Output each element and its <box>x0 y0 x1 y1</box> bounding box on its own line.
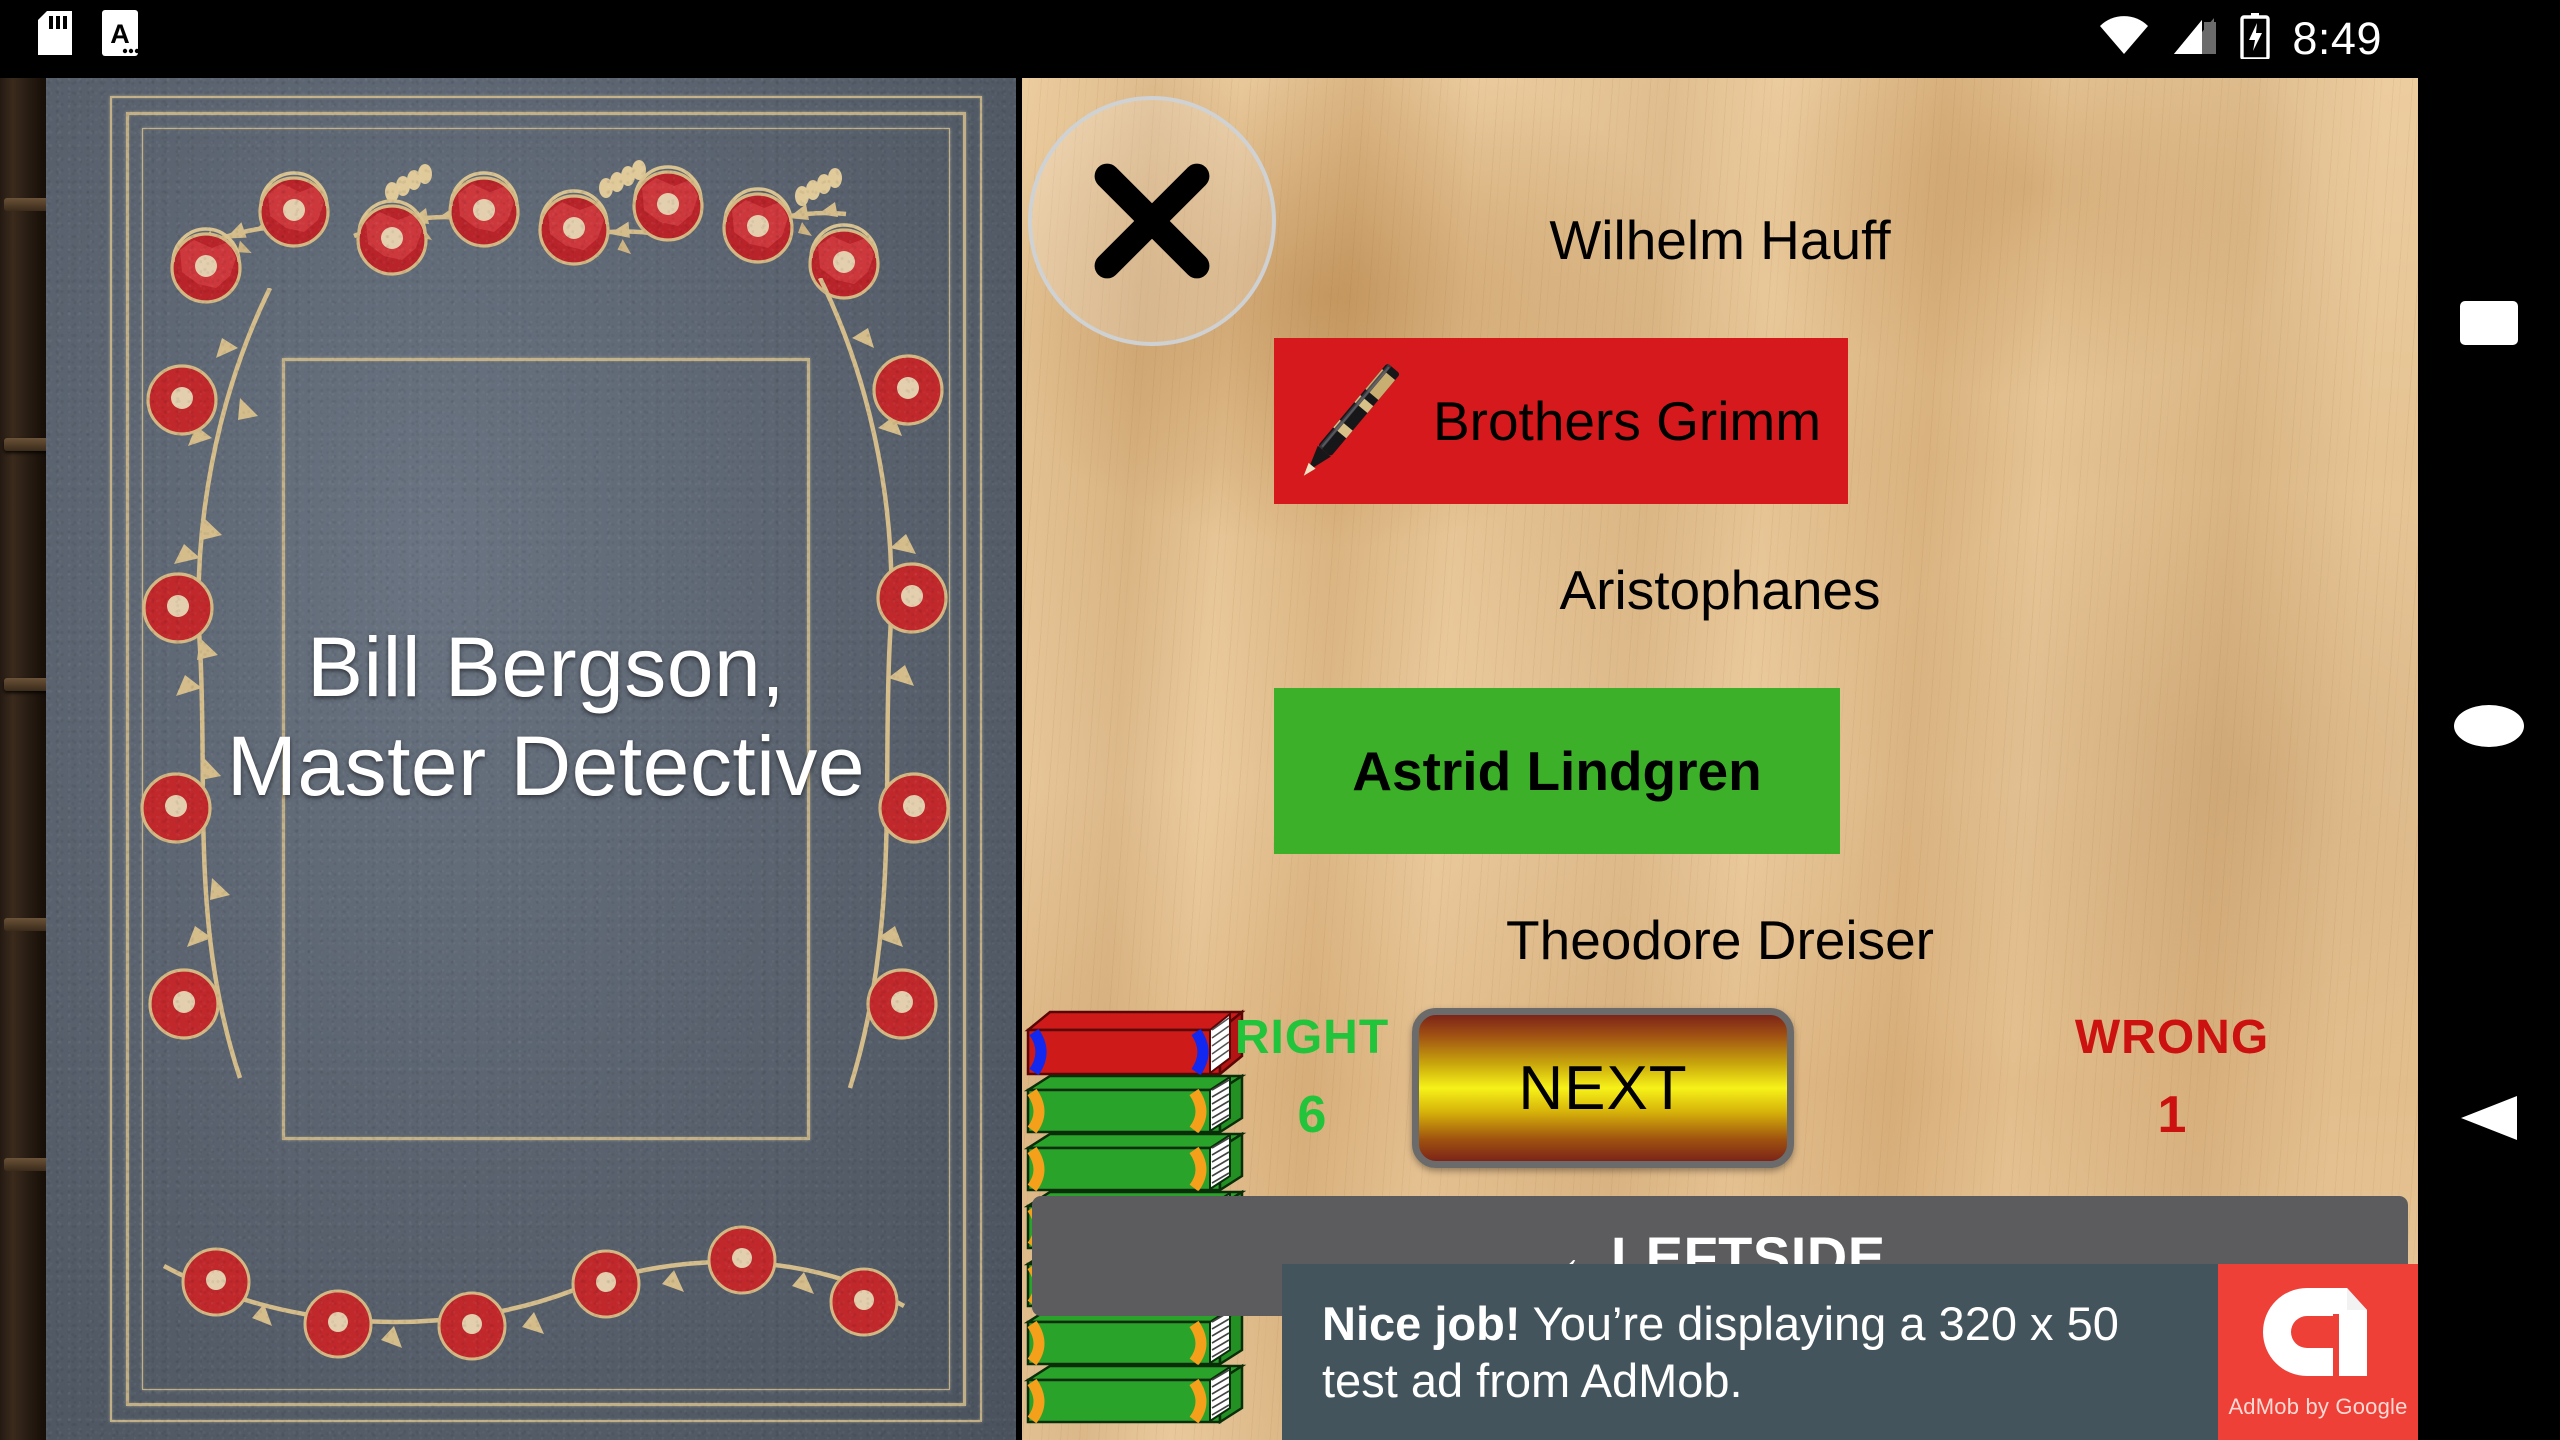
quiz-panel: Wilhelm Hauff Brothers Grimm Aristophane… <box>1022 78 2418 1440</box>
next-button[interactable]: NEXT <box>1412 1008 1794 1168</box>
admob-logo-panel: AdMob by Google <box>2218 1264 2418 1440</box>
answer-option-aristophanes[interactable]: Aristophanes <box>1022 558 2418 622</box>
back-button[interactable] <box>2457 1090 2521 1146</box>
home-button[interactable] <box>2453 700 2525 752</box>
answer-option-theodore-dreiser[interactable]: Theodore Dreiser <box>1022 908 2418 972</box>
book-title: Bill Bergson, Master Detective <box>226 620 866 814</box>
svg-text:A: A <box>110 19 130 49</box>
pen-icon <box>1274 338 1424 504</box>
answer-option-astrid-lindgren-correct[interactable]: Astrid Lindgren <box>1274 688 1840 854</box>
book-cover-leather: Bill Bergson, Master Detective <box>46 78 1016 1440</box>
answer-label: Astrid Lindgren <box>1352 740 1762 802</box>
device-screen: A 8:49 Bill Bergson, Master Detective Wi… <box>0 0 2560 1440</box>
battery-charging-icon <box>2240 12 2271 64</box>
score-wrong-label: WRONG <box>2074 1011 2270 1064</box>
admob-logo-icon <box>2263 1288 2367 1376</box>
admob-test-ad-banner[interactable]: Nice job! You’re displaying a 320 x 50 t… <box>1282 1264 2418 1440</box>
recents-square-icon <box>2460 301 2518 345</box>
book-stack-green-book <box>1028 1134 1242 1190</box>
ad-headline: Nice job! <box>1322 1296 1521 1350</box>
next-button-label: NEXT <box>1518 1053 1688 1123</box>
wifi-icon <box>2098 15 2150 61</box>
cellular-signal-icon <box>2172 16 2218 61</box>
status-bar-right-icons: 8:49 <box>2098 0 2382 76</box>
ad-text: Nice job! You’re displaying a 320 x 50 t… <box>1282 1264 2218 1440</box>
book-stack-green-book <box>1028 1366 1242 1422</box>
admob-logo-caption: AdMob by Google <box>2228 1394 2408 1419</box>
status-bar: A 8:49 <box>0 0 2560 76</box>
back-triangle-icon <box>2461 1096 2517 1140</box>
status-bar-left-icons: A <box>38 10 140 61</box>
document-a-icon: A <box>102 10 140 61</box>
floral-garland-bottom <box>154 1186 918 1396</box>
recents-button[interactable] <box>2459 300 2519 346</box>
sd-card-icon <box>38 11 72 60</box>
score-wrong-value: 1 <box>2157 1086 2187 1145</box>
answer-option-wilhelm-hauff[interactable]: Wilhelm Hauff <box>1022 208 2418 272</box>
book-cover-panel[interactable]: Bill Bergson, Master Detective <box>0 78 1016 1440</box>
score-wrong: WRONG 1 <box>2022 1011 2322 1145</box>
book-stack-green-book <box>1028 1308 1242 1364</box>
answer-label: Brothers Grimm <box>1432 390 1822 452</box>
status-bar-clock: 8:49 <box>2292 12 2382 64</box>
answer-option-brothers-grimm-wrong[interactable]: Brothers Grimm <box>1274 338 1848 504</box>
home-circle-icon <box>2454 705 2524 747</box>
android-navigation-bar <box>2418 0 2560 1440</box>
floral-garland-top <box>154 140 918 370</box>
